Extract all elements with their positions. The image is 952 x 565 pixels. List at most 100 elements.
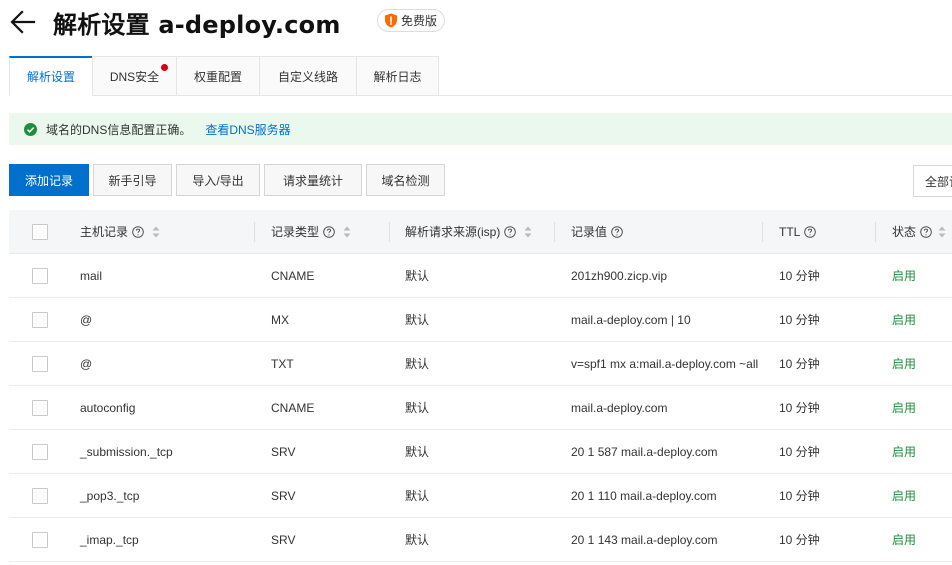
cell-value: mail.a-deploy.com | 10 — [571, 312, 691, 327]
cell-status: 启用 — [892, 445, 917, 459]
tab-label: 自定义线路 — [277, 69, 338, 84]
alert-message: 域名的DNS信息配置正确。 — [46, 122, 192, 137]
cell-host: _submission._tcp — [80, 444, 173, 459]
cell-isp: 默认 — [405, 489, 430, 503]
cell-host: @ — [80, 312, 93, 327]
request-stats-button[interactable]: 请求量统计 — [264, 164, 362, 196]
cell-value: 201zh900.zicp.vip — [571, 268, 668, 283]
help-icon[interactable] — [920, 225, 932, 238]
row-checkbox[interactable] — [32, 312, 48, 328]
header-isp[interactable]: 解析请求来源(isp) — [405, 210, 532, 253]
cell-status: 启用 — [892, 533, 917, 547]
table-row: _imap._tcp SRV 默认 20 1 143 mail.a-deploy… — [9, 518, 952, 562]
tab-dns-security[interactable]: DNS安全 — [92, 56, 176, 96]
record-filter-select[interactable]: 全部记录 — [913, 165, 952, 197]
select-all-checkbox[interactable] — [32, 224, 48, 240]
help-icon[interactable] — [132, 225, 144, 238]
tab-weight-config[interactable]: 权重配置 — [176, 56, 259, 96]
cell-status: 启用 — [892, 489, 917, 503]
row-checkbox[interactable] — [32, 488, 48, 504]
help-icon[interactable] — [611, 225, 623, 238]
tab-dns-settings[interactable]: 解析设置 — [9, 56, 92, 96]
header-host[interactable]: 主机记录 — [80, 210, 160, 253]
cell-host: @ — [80, 356, 93, 371]
table-row: _submission._tcp SRV 默认 20 1 587 mail.a-… — [9, 430, 952, 474]
back-arrow-icon[interactable] — [10, 9, 36, 35]
help-icon[interactable] — [323, 225, 335, 238]
table-row: @ TXT 默认 v=spf1 mx a:mail.a-deploy.com ~… — [9, 342, 952, 386]
cell-type: TXT — [271, 356, 294, 371]
cell-ttl: 10 分钟 — [779, 533, 820, 547]
cell-value: mail.a-deploy.com — [571, 400, 668, 415]
domain-check-button[interactable]: 域名检测 — [366, 164, 445, 196]
cell-host: _imap._tcp — [80, 532, 139, 547]
help-icon[interactable] — [804, 225, 817, 238]
cell-status: 启用 — [892, 357, 917, 371]
column-divider — [254, 222, 255, 242]
cell-ttl: 10 分钟 — [779, 489, 820, 503]
table-row: @ MX 默认 mail.a-deploy.com | 10 10 分钟 启用 — [9, 298, 952, 342]
sort-icon[interactable] — [343, 226, 351, 238]
column-divider — [762, 222, 763, 242]
notification-dot — [161, 64, 168, 71]
sort-icon[interactable] — [152, 226, 160, 238]
beginner-guide-button[interactable]: 新手引导 — [93, 164, 172, 196]
view-dns-servers-link[interactable]: 查看DNS服务器 — [205, 121, 290, 138]
records-table: 主机记录 记录类型 解析请求来源(isp) 记录值 TTL 状态 mail CN… — [9, 210, 952, 562]
cell-isp: 默认 — [405, 269, 430, 283]
row-checkbox[interactable] — [32, 532, 48, 548]
table-row: _pop3._tcp SRV 默认 20 1 110 mail.a-deploy… — [9, 474, 952, 518]
cell-isp: 默认 — [405, 357, 430, 371]
help-icon[interactable] — [504, 225, 517, 238]
cell-host: autoconfig — [80, 400, 136, 415]
cell-isp: 默认 — [405, 533, 430, 547]
tab-custom-lines[interactable]: 自定义线路 — [259, 56, 356, 96]
cell-type: CNAME — [271, 268, 315, 283]
tab-resolution-log[interactable]: 解析日志 — [356, 56, 439, 96]
row-checkbox[interactable] — [32, 268, 48, 284]
column-divider — [875, 222, 876, 242]
cell-type: SRV — [271, 488, 296, 503]
tab-label: 权重配置 — [193, 69, 242, 84]
cell-status: 启用 — [892, 269, 917, 283]
dns-status-alert: 域名的DNS信息配置正确。 查看DNS服务器 — [9, 113, 952, 145]
column-divider — [389, 222, 390, 242]
cell-ttl: 10 分钟 — [779, 313, 820, 327]
cell-ttl: 10 分钟 — [779, 401, 820, 415]
cell-status: 启用 — [892, 313, 917, 327]
table-row: autoconfig CNAME 默认 mail.a-deploy.com 10… — [9, 386, 952, 430]
import-export-button[interactable]: 导入/导出 — [176, 164, 260, 196]
cell-isp: 默认 — [405, 401, 430, 415]
header-status[interactable]: 状态 — [892, 210, 946, 253]
sort-icon[interactable] — [938, 226, 946, 238]
header-type[interactable]: 记录类型 — [271, 210, 351, 253]
cell-type: MX — [271, 312, 289, 327]
tab-label: 解析设置 — [26, 70, 75, 84]
tab-label: DNS安全 — [109, 69, 160, 84]
cell-type: CNAME — [271, 400, 315, 415]
shield-icon — [385, 13, 397, 28]
edition-badge-label: 免费版 — [401, 14, 438, 28]
add-record-button[interactable]: 添加记录 — [9, 164, 89, 196]
cell-host: _pop3._tcp — [80, 488, 140, 503]
cell-status: 启用 — [892, 401, 917, 415]
column-divider — [554, 222, 555, 242]
cell-isp: 默认 — [405, 445, 430, 459]
edition-badge[interactable]: 免费版 — [377, 9, 446, 32]
cell-value: 20 1 587 mail.a-deploy.com — [571, 444, 718, 459]
header-value: 记录值 — [571, 210, 623, 253]
tab-bar: 解析设置 DNS安全 权重配置 自定义线路 解析日志 — [9, 56, 439, 96]
row-checkbox[interactable] — [32, 356, 48, 372]
header-ttl: TTL — [779, 210, 817, 253]
table-header: 主机记录 记录类型 解析请求来源(isp) 记录值 TTL 状态 — [9, 210, 952, 254]
cell-type: SRV — [271, 444, 296, 459]
cell-value: v=spf1 mx a:mail.a-deploy.com ~all — [571, 356, 759, 371]
cell-ttl: 10 分钟 — [779, 269, 820, 283]
row-checkbox[interactable] — [32, 400, 48, 416]
sort-icon[interactable] — [524, 226, 532, 238]
page-title: 解析设置 a-deploy.com — [53, 11, 341, 39]
row-checkbox[interactable] — [32, 444, 48, 460]
check-circle-icon — [24, 122, 37, 136]
cell-host: mail — [80, 268, 103, 283]
page-header: 解析设置 a-deploy.com 免费版 — [0, 0, 952, 46]
